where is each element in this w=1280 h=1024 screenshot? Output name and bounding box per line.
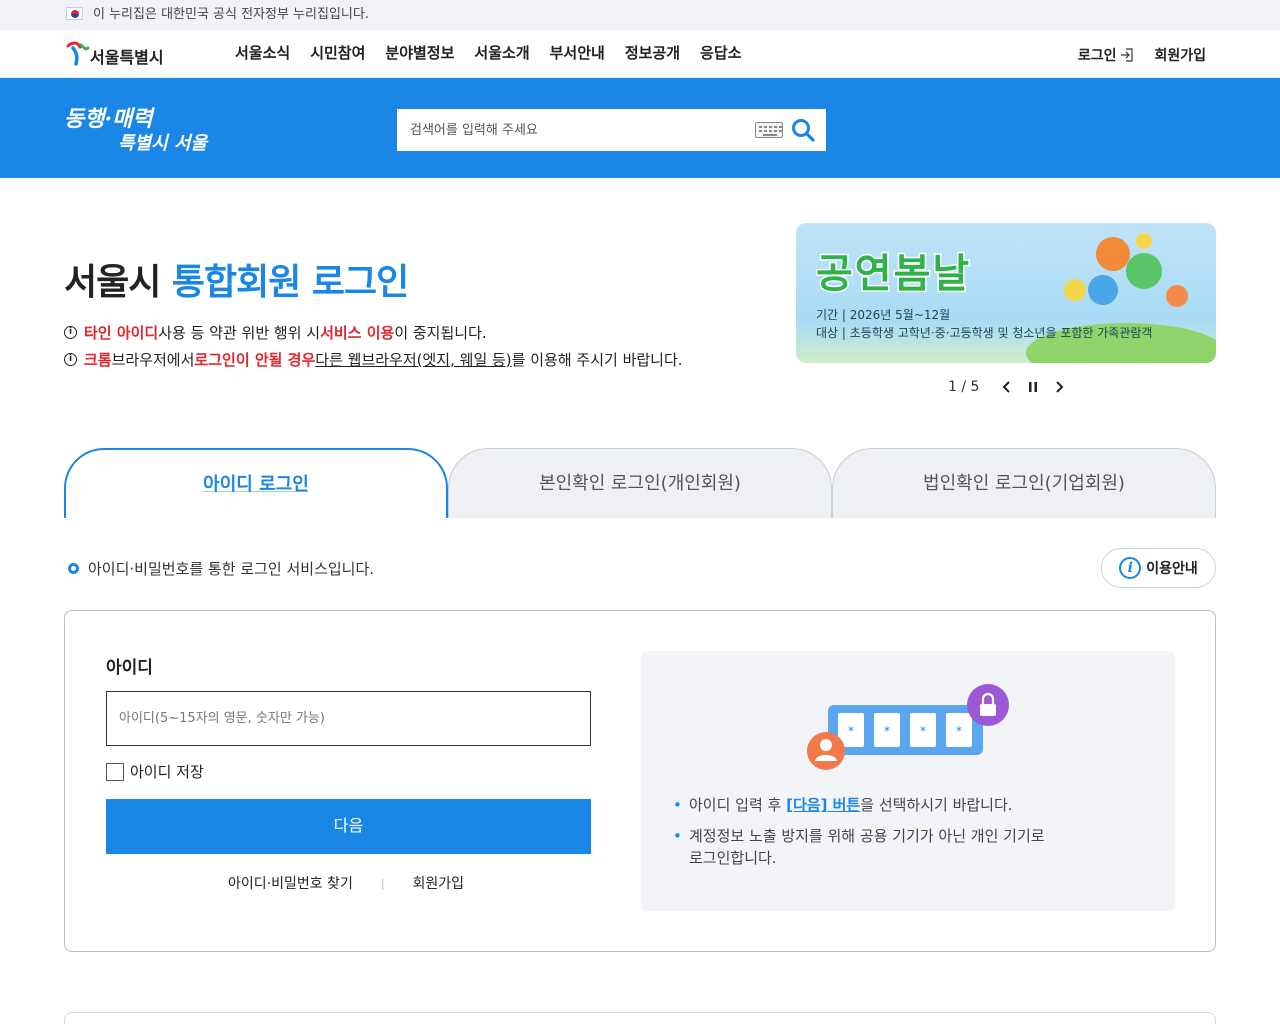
slogan-logo[interactable]: 동행·매력 특별시 서울 [64,101,208,157]
nav-field-info[interactable]: 분야별정보 [385,43,454,63]
search-box [397,109,826,151]
nav-departments[interactable]: 부서안내 [550,43,605,63]
password-illustration: * * * * [807,684,1009,770]
service-description: 아이디·비밀번호를 통한 로그인 서비스입니다. [68,558,374,579]
tab-corporate-verify-login[interactable]: 법인확인 로그인(기업회원) [832,448,1216,518]
svg-text:*: * [956,724,962,738]
page-title-highlight: 통합회원 로그인 [171,262,409,303]
top-nav: 서울특별시 서울소식 시민참여 분야별정보 서울소개 부서안내 정보공개 응답소… [0,30,1280,78]
seoul-logo[interactable]: 서울특별시 [64,38,174,70]
usage-guide-button[interactable]: i 이용안내 [1101,548,1216,588]
svg-text:*: * [884,724,890,738]
info-icon: i [64,326,77,339]
promo-title: 공연봄날 [814,250,972,299]
promo-flower [1166,285,1188,307]
save-id-checkbox-row[interactable]: 아이디 저장 [106,761,204,782]
promo-flower [1064,279,1086,301]
promo-slider-controls: 1 / 5 [948,378,1077,396]
next-button[interactable]: 다음 [106,799,591,854]
notice-violation: i 타인 아이디 사용 등 약관 위반 행위 시 서비스 이용 이 중지됩니다. [64,322,487,343]
notice1-part-d: 이 중지됩니다. [394,324,487,342]
slogan-line2: 특별시 서울 [118,133,208,154]
svg-text:*: * [920,724,926,738]
chevron-left-icon[interactable] [999,378,1015,396]
login-icon [1121,48,1134,62]
search-icon[interactable] [790,117,816,143]
login-tips: 아이디 입력 후 [다음] 버튼을 선택하시기 바랍니다. 계정정보 노출 방지… [671,794,1045,878]
nav-response-center[interactable]: 응답소 [700,43,741,63]
tab-personal-verify-label: 본인확인 로그인(개인회원) [539,473,741,494]
promo-banner[interactable]: 공연봄날 기간 | 2026년 5월~12월 대상 | 초등학생 고학년·중·고… [796,223,1216,363]
promo-flower [1096,237,1130,271]
search-banner: 동행·매력 특별시 서울 [0,78,1280,178]
login-form-box: 아이디 아이디 저장 다음 아이디·비밀번호 찾기 | 회원가입 * * * * [64,610,1216,952]
gov-banner-text: 이 누리집은 대한민국 공식 전자정부 누리집입니다. [93,7,369,22]
notice2-part-b: 브라우저에서 [111,351,195,369]
tip2-line2: 로그인합니다. [689,849,777,867]
account-links: 아이디·비밀번호 찾기 | 회원가입 [228,873,464,893]
logo-text: 서울특별시 [90,48,164,67]
slide-counter: 1 / 5 [948,379,980,395]
header-login-label: 로그인 [1077,48,1117,64]
promo-flower [1126,253,1162,289]
nav-about-seoul[interactable]: 서울소개 [474,43,529,63]
virtual-keyboard-icon[interactable] [755,122,783,138]
promo-flower [1136,233,1152,249]
tab-id-login[interactable]: 아이디 로그인 [64,448,448,518]
pause-icon[interactable] [1025,378,1041,396]
save-id-label: 아이디 저장 [130,763,204,781]
notice-browser: i 크롬 브라우저에서 로그인이 안될 경우 다른 웹브라우저(엣지, 웨일 등… [64,349,683,370]
svg-text:*: * [848,724,854,738]
notice1-part-a: 타인 아이디 [84,324,159,342]
signup-link[interactable]: 회원가입 [413,873,465,893]
id-input[interactable] [106,691,591,746]
login-info-panel: * * * * 아이디 입력 후 [다음] 버튼을 선택하시기 바랍니다. 계정… [641,651,1175,911]
promo-period: 기간 | 2026년 5월~12월 [816,308,951,322]
gov-banner: 이 누리집은 대한민국 공식 전자정부 누리집입니다. [0,0,1280,30]
tip1-text-b: 을 선택하시기 바랍니다. [860,796,1013,814]
find-id-password-link[interactable]: 아이디·비밀번호 찾기 [228,873,353,893]
utility-links: 로그인 회원가입 [1078,45,1206,65]
tab-personal-verify-login[interactable]: 본인확인 로그인(개인회원) [448,448,832,518]
notice2-part-a: 크롬 [84,351,112,369]
header-signup-link[interactable]: 회원가입 [1154,45,1206,65]
tab-id-login-label: 아이디 로그인 [203,474,309,495]
chevron-right-icon[interactable] [1051,378,1067,396]
promo-flower [1088,275,1118,305]
service-description-text: 아이디·비밀번호를 통한 로그인 서비스입니다. [88,560,375,578]
usage-guide-label: 이용안내 [1146,561,1198,577]
seoul-logo-icon [66,41,90,66]
id-label: 아이디 [106,658,153,678]
main-nav: 서울소식 시민참여 분야별정보 서울소개 부서안내 정보공개 응답소 [235,43,761,63]
notice2-part-e: 다른 웹브라우저(엣지, 웨일 등) [315,351,512,369]
nav-info-disclosure[interactable]: 정보공개 [625,43,680,63]
tip-next-button: 아이디 입력 후 [다음] 버튼을 선택하시기 바랍니다. [671,794,1045,816]
next-section-box [64,1012,1216,1024]
bullet-icon [68,563,79,574]
notice1-part-b: 사용 등 약관 위반 행위 시 [158,324,321,342]
nav-citizen-participation[interactable]: 시민참여 [310,43,365,63]
promo-target: 대상 | 초등학생 고학년·중·고등학생 및 청소년을 포함한 가족관람객 [816,326,1153,340]
tip2-line1: 계정정보 노출 방지를 위해 공용 기기가 아닌 개인 기기로 [689,827,1045,845]
tip1-text-a: 아이디 입력 후 [689,796,787,814]
notice1-part-c: 서비스 이용 [320,324,395,342]
tip-personal-device: 계정정보 노출 방지를 위해 공용 기기가 아닌 개인 기기로로그인합니다. [671,825,1045,869]
header-login-link[interactable]: 로그인 [1078,45,1135,65]
info-icon: i [1119,557,1142,579]
nav-seoul-news[interactable]: 서울소식 [235,43,290,63]
save-id-checkbox[interactable] [106,762,124,781]
korea-flag-icon [66,7,83,20]
tip1-next-link: [다음] 버튼 [786,796,861,814]
notice2-part-c: 로그인이 안될 경우 [194,351,316,369]
search-input[interactable] [397,109,747,151]
page-title: 서울시 통합회원 로그인 [64,253,409,305]
link-separator: | [380,876,385,890]
page-title-prefix: 서울시 [64,262,161,303]
tab-corporate-verify-label: 법인확인 로그인(기업회원) [923,473,1125,494]
info-icon: i [64,353,77,366]
notice2-part-f: 를 이용해 주시기 바랍니다. [511,351,683,369]
